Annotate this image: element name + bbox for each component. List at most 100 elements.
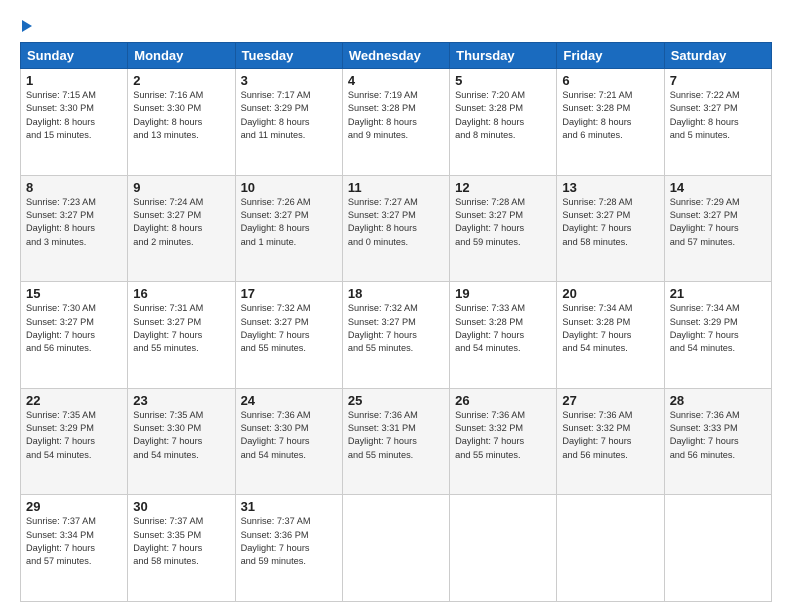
calendar-cell: 25 Sunrise: 7:36 AMSunset: 3:31 PMDayligh…: [342, 388, 449, 495]
header: [20, 18, 772, 32]
day-number: 29: [26, 499, 122, 514]
day-number: 9: [133, 180, 229, 195]
calendar-cell: 21 Sunrise: 7:34 AMSunset: 3:29 PMDayligh…: [664, 282, 771, 389]
calendar-cell: 11 Sunrise: 7:27 AMSunset: 3:27 PMDayligh…: [342, 175, 449, 282]
day-info: Sunrise: 7:32 AMSunset: 3:27 PMDaylight:…: [348, 303, 418, 353]
day-info: Sunrise: 7:19 AMSunset: 3:28 PMDaylight:…: [348, 90, 418, 140]
calendar-cell: 10 Sunrise: 7:26 AMSunset: 3:27 PMDayligh…: [235, 175, 342, 282]
day-info: Sunrise: 7:36 AMSunset: 3:32 PMDaylight:…: [562, 410, 632, 460]
day-number: 1: [26, 73, 122, 88]
day-info: Sunrise: 7:29 AMSunset: 3:27 PMDaylight:…: [670, 197, 740, 247]
page: SundayMondayTuesdayWednesdayThursdayFrid…: [0, 0, 792, 612]
calendar-cell: 6Sunrise: 7:21 AMSunset: 3:28 PMDaylight…: [557, 69, 664, 176]
day-number: 12: [455, 180, 551, 195]
day-of-week-header: Saturday: [664, 43, 771, 69]
day-number: 16: [133, 286, 229, 301]
calendar-cell: 1 Sunrise: 7:15 AMSunset: 3:30 PMDaylight…: [21, 69, 128, 176]
day-number: 19: [455, 286, 551, 301]
day-info: Sunrise: 7:15 AMSunset: 3:30 PMDaylight:…: [26, 90, 96, 140]
day-number: 26: [455, 393, 551, 408]
day-number: 6: [562, 73, 658, 88]
calendar-cell: 20 Sunrise: 7:34 AMSunset: 3:28 PMDayligh…: [557, 282, 664, 389]
day-number: 22: [26, 393, 122, 408]
day-number: 20: [562, 286, 658, 301]
day-of-week-header: Sunday: [21, 43, 128, 69]
day-info: Sunrise: 7:16 AMSunset: 3:30 PMDaylight:…: [133, 90, 203, 140]
calendar-cell: 4 Sunrise: 7:19 AMSunset: 3:28 PMDaylight…: [342, 69, 449, 176]
day-info: Sunrise: 7:37 AMSunset: 3:36 PMDaylight:…: [241, 516, 311, 566]
day-of-week-row: SundayMondayTuesdayWednesdayThursdayFrid…: [21, 43, 772, 69]
calendar-cell: 24Sunrise: 7:36 AMSunset: 3:30 PMDayligh…: [235, 388, 342, 495]
calendar-cell: 23Sunrise: 7:35 AMSunset: 3:30 PMDayligh…: [128, 388, 235, 495]
logo-arrow-icon: [22, 20, 32, 32]
day-of-week-header: Monday: [128, 43, 235, 69]
day-info: Sunrise: 7:30 AMSunset: 3:27 PMDaylight:…: [26, 303, 96, 353]
calendar-cell: 5Sunrise: 7:20 AMSunset: 3:28 PMDaylight…: [450, 69, 557, 176]
day-number: 15: [26, 286, 122, 301]
day-of-week-header: Thursday: [450, 43, 557, 69]
day-info: Sunrise: 7:32 AMSunset: 3:27 PMDaylight:…: [241, 303, 311, 353]
calendar-week-row: 22 Sunrise: 7:35 AMSunset: 3:29 PMDayligh…: [21, 388, 772, 495]
calendar-cell: [557, 495, 664, 602]
day-info: Sunrise: 7:33 AMSunset: 3:28 PMDaylight:…: [455, 303, 525, 353]
day-info: Sunrise: 7:26 AMSunset: 3:27 PMDaylight:…: [241, 197, 311, 247]
day-info: Sunrise: 7:23 AMSunset: 3:27 PMDaylight:…: [26, 197, 96, 247]
logo: [20, 18, 32, 32]
day-info: Sunrise: 7:34 AMSunset: 3:29 PMDaylight:…: [670, 303, 740, 353]
day-number: 31: [241, 499, 337, 514]
calendar-cell: [450, 495, 557, 602]
day-number: 28: [670, 393, 766, 408]
calendar-cell: 8 Sunrise: 7:23 AMSunset: 3:27 PMDaylight…: [21, 175, 128, 282]
day-info: Sunrise: 7:34 AMSunset: 3:28 PMDaylight:…: [562, 303, 632, 353]
calendar-week-row: 8 Sunrise: 7:23 AMSunset: 3:27 PMDaylight…: [21, 175, 772, 282]
day-number: 21: [670, 286, 766, 301]
calendar-cell: 9Sunrise: 7:24 AMSunset: 3:27 PMDaylight…: [128, 175, 235, 282]
calendar-cell: 13 Sunrise: 7:28 AMSunset: 3:27 PMDayligh…: [557, 175, 664, 282]
day-number: 25: [348, 393, 444, 408]
calendar-cell: 28 Sunrise: 7:36 AMSunset: 3:33 PMDayligh…: [664, 388, 771, 495]
calendar-body: 1 Sunrise: 7:15 AMSunset: 3:30 PMDaylight…: [21, 69, 772, 602]
day-of-week-header: Tuesday: [235, 43, 342, 69]
day-info: Sunrise: 7:28 AMSunset: 3:27 PMDaylight:…: [455, 197, 525, 247]
calendar-week-row: 29 Sunrise: 7:37 AMSunset: 3:34 PMDayligh…: [21, 495, 772, 602]
calendar-cell: 3Sunrise: 7:17 AMSunset: 3:29 PMDaylight…: [235, 69, 342, 176]
day-number: 17: [241, 286, 337, 301]
day-number: 30: [133, 499, 229, 514]
day-of-week-header: Friday: [557, 43, 664, 69]
day-number: 4: [348, 73, 444, 88]
calendar-cell: 22 Sunrise: 7:35 AMSunset: 3:29 PMDayligh…: [21, 388, 128, 495]
calendar-cell: 12 Sunrise: 7:28 AMSunset: 3:27 PMDayligh…: [450, 175, 557, 282]
day-info: Sunrise: 7:35 AMSunset: 3:29 PMDaylight:…: [26, 410, 96, 460]
day-info: Sunrise: 7:31 AMSunset: 3:27 PMDaylight:…: [133, 303, 203, 353]
day-info: Sunrise: 7:36 AMSunset: 3:33 PMDaylight:…: [670, 410, 740, 460]
day-number: 2: [133, 73, 229, 88]
calendar: SundayMondayTuesdayWednesdayThursdayFrid…: [20, 42, 772, 602]
day-number: 8: [26, 180, 122, 195]
calendar-week-row: 1 Sunrise: 7:15 AMSunset: 3:30 PMDaylight…: [21, 69, 772, 176]
day-info: Sunrise: 7:27 AMSunset: 3:27 PMDaylight:…: [348, 197, 418, 247]
day-number: 10: [241, 180, 337, 195]
day-info: Sunrise: 7:36 AMSunset: 3:31 PMDaylight:…: [348, 410, 418, 460]
day-info: Sunrise: 7:36 AMSunset: 3:32 PMDaylight:…: [455, 410, 525, 460]
day-info: Sunrise: 7:37 AMSunset: 3:35 PMDaylight:…: [133, 516, 203, 566]
day-info: Sunrise: 7:28 AMSunset: 3:27 PMDaylight:…: [562, 197, 632, 247]
calendar-cell: [342, 495, 449, 602]
day-info: Sunrise: 7:22 AMSunset: 3:27 PMDaylight:…: [670, 90, 740, 140]
calendar-cell: 30 Sunrise: 7:37 AMSunset: 3:35 PMDayligh…: [128, 495, 235, 602]
calendar-cell: 29 Sunrise: 7:37 AMSunset: 3:34 PMDayligh…: [21, 495, 128, 602]
day-number: 27: [562, 393, 658, 408]
day-number: 13: [562, 180, 658, 195]
calendar-cell: 16 Sunrise: 7:31 AMSunset: 3:27 PMDayligh…: [128, 282, 235, 389]
calendar-cell: [664, 495, 771, 602]
calendar-cell: 7 Sunrise: 7:22 AMSunset: 3:27 PMDaylight…: [664, 69, 771, 176]
day-info: Sunrise: 7:35 AMSunset: 3:30 PMDaylight:…: [133, 410, 203, 460]
day-info: Sunrise: 7:37 AMSunset: 3:34 PMDaylight:…: [26, 516, 96, 566]
day-of-week-header: Wednesday: [342, 43, 449, 69]
calendar-cell: 26 Sunrise: 7:36 AMSunset: 3:32 PMDayligh…: [450, 388, 557, 495]
calendar-cell: 17 Sunrise: 7:32 AMSunset: 3:27 PMDayligh…: [235, 282, 342, 389]
calendar-week-row: 15 Sunrise: 7:30 AMSunset: 3:27 PMDayligh…: [21, 282, 772, 389]
day-info: Sunrise: 7:36 AMSunset: 3:30 PMDaylight:…: [241, 410, 311, 460]
day-number: 11: [348, 180, 444, 195]
day-number: 7: [670, 73, 766, 88]
calendar-cell: 2 Sunrise: 7:16 AMSunset: 3:30 PMDaylight…: [128, 69, 235, 176]
